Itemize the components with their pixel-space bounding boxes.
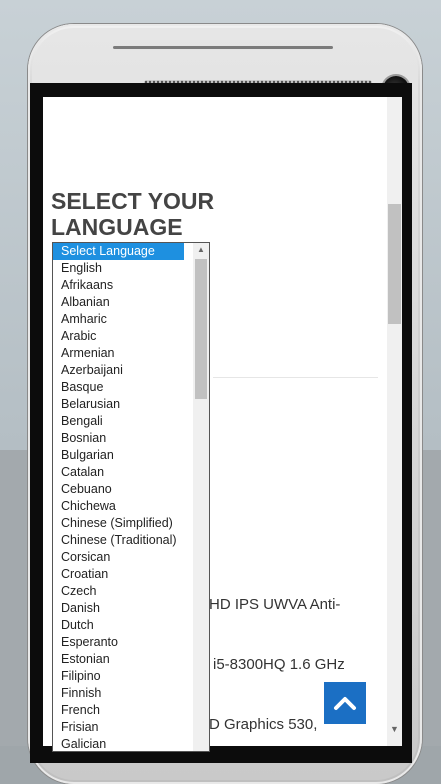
- content-divider: [213, 377, 378, 378]
- language-option[interactable]: English: [53, 260, 184, 277]
- language-option[interactable]: Bosnian: [53, 430, 184, 447]
- product-spec-line: D Graphics 530,: [209, 716, 318, 733]
- language-option[interactable]: Danish: [53, 600, 184, 617]
- dropdown-scrollbar-thumb[interactable]: [195, 259, 207, 399]
- language-option[interactable]: Dutch: [53, 617, 184, 634]
- page-heading: SELECT YOUR LANGUAGE: [51, 188, 215, 240]
- language-option[interactable]: Basque: [53, 379, 184, 396]
- language-option[interactable]: Catalan: [53, 464, 184, 481]
- language-option[interactable]: Albanian: [53, 294, 184, 311]
- language-option[interactable]: Estonian: [53, 651, 184, 668]
- product-spec-line: HD IPS UWVA Anti-: [209, 596, 341, 613]
- language-option[interactable]: Azerbaijani: [53, 362, 184, 379]
- dropdown-scrollbar[interactable]: ▲: [193, 243, 209, 751]
- language-option[interactable]: Frisian: [53, 719, 184, 736]
- scroll-down-arrow-icon[interactable]: ▼: [387, 722, 402, 737]
- language-option[interactable]: French: [53, 702, 184, 719]
- language-option[interactable]: Arabic: [53, 328, 184, 345]
- language-option[interactable]: Select Language: [53, 243, 184, 260]
- language-option[interactable]: Croatian: [53, 566, 184, 583]
- language-option[interactable]: Armenian: [53, 345, 184, 362]
- language-option[interactable]: Finnish: [53, 685, 184, 702]
- language-option[interactable]: Chinese (Traditional): [53, 532, 184, 549]
- page-scrollbar[interactable]: [387, 97, 402, 746]
- language-option[interactable]: Afrikaans: [53, 277, 184, 294]
- language-option[interactable]: Chichewa: [53, 498, 184, 515]
- language-option[interactable]: Czech: [53, 583, 184, 600]
- language-option[interactable]: Bulgarian: [53, 447, 184, 464]
- language-option[interactable]: Bengali: [53, 413, 184, 430]
- language-option[interactable]: Filipino: [53, 668, 184, 685]
- scroll-up-arrow-icon[interactable]: ▲: [193, 245, 209, 257]
- language-option[interactable]: Galician: [53, 736, 184, 751]
- language-dropdown-list[interactable]: Select Language English Afrikaans Albanian A…: [52, 242, 210, 752]
- phone-top-edge: [113, 46, 333, 49]
- language-option[interactable]: Amharic: [53, 311, 184, 328]
- chevron-up-icon: [334, 697, 356, 710]
- product-spec-line: i5-8300HQ 1.6 GHz: [213, 656, 345, 673]
- back-to-top-button[interactable]: [324, 682, 366, 724]
- language-options: Select Language English Afrikaans Albanian A…: [53, 243, 209, 751]
- language-option[interactable]: Belarusian: [53, 396, 184, 413]
- page-scrollbar-thumb[interactable]: [388, 204, 401, 324]
- language-option[interactable]: Esperanto: [53, 634, 184, 651]
- language-option[interactable]: Cebuano: [53, 481, 184, 498]
- language-option[interactable]: Chinese (Simplified): [53, 515, 184, 532]
- language-option[interactable]: Corsican: [53, 549, 184, 566]
